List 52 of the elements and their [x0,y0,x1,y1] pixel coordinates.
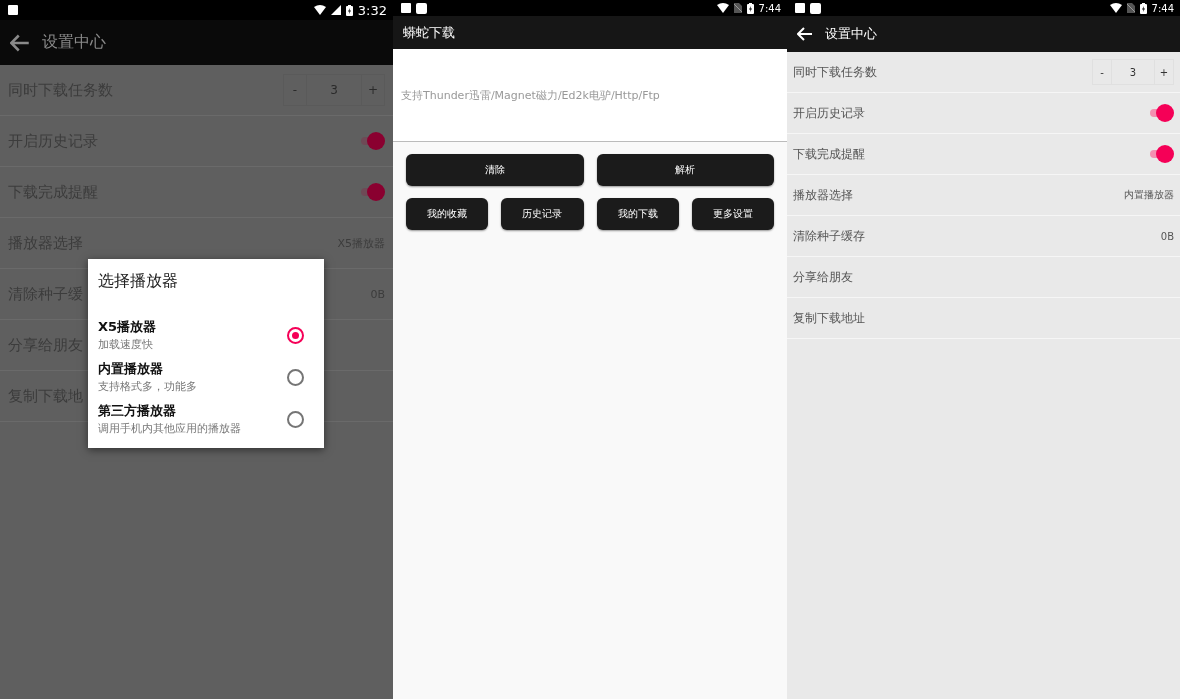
notification-icon [416,2,427,14]
option-name[interactable]: X5播放器 [98,318,287,336]
option-name[interactable]: 第三方播放器 [98,402,287,420]
decrease-button[interactable]: - [1093,60,1111,84]
setting-label[interactable]: 复制下载地址 [793,309,1174,327]
option-description: 加载速度快 [98,337,154,352]
setting-label[interactable]: 同时下载任务数 [793,63,1086,81]
option-name[interactable]: 内置播放器 [98,360,287,378]
setting-label[interactable]: 下载完成提醒 [793,145,1142,163]
setting-label[interactable]: 清除种子缓存 [793,227,1155,245]
option-description: 调用手机内其他应用的播放器 [98,421,242,436]
increase-button[interactable]: + [1155,60,1173,84]
dialog-title: 选择播放器 [97,271,179,292]
stepper[interactable]: - 3 + [1092,59,1174,85]
radio-button[interactable] [287,410,304,428]
screen-title: 设置中心 [42,32,106,53]
action-button[interactable]: 更多设置 [691,198,774,230]
setting-label[interactable]: 分享给朋友 [793,268,1174,286]
setting-value: 内置播放器 [1124,188,1174,202]
action-button[interactable]: 历史记录 [501,198,584,230]
setting-label[interactable]: 播放器选择 [793,186,1118,204]
notification-icon [8,5,18,15]
toggle-switch[interactable] [359,183,385,201]
status-time: 7:44 [758,2,781,14]
toggle-switch[interactable] [1148,104,1174,122]
screen-title: 设置中心 [825,25,877,43]
status-time: 7:44 [1151,2,1174,14]
status-time: 3:32 [357,2,387,18]
no-sim-icon [733,3,742,13]
action-button[interactable]: 清除 [406,154,584,186]
action-button[interactable]: 我的下载 [596,198,679,230]
stepper-value: 3 [1111,60,1155,84]
action-button[interactable]: 解析 [596,154,774,186]
setting-label[interactable]: 开启历史记录 [793,104,1142,122]
option-description: 支持格式多，功能多 [98,379,198,394]
notification-icon [795,3,805,13]
toggle-switch[interactable] [359,132,385,150]
toggle-switch[interactable] [1148,145,1174,163]
battery-icon [345,4,353,16]
notification-icon [401,3,411,13]
wifi-icon [716,3,729,13]
radio-button[interactable] [287,326,304,344]
wifi-icon [1109,3,1122,13]
back-arrow-icon[interactable] [10,33,30,52]
radio-button[interactable] [287,368,304,386]
wifi-icon [313,5,326,15]
signal-icon [330,5,341,15]
setting-value: 0B [1160,230,1174,242]
notification-icon [810,2,821,14]
no-sim-icon [1126,3,1135,13]
action-button[interactable]: 我的收藏 [406,198,489,230]
app-title: 蟒蛇下载 [403,23,455,42]
